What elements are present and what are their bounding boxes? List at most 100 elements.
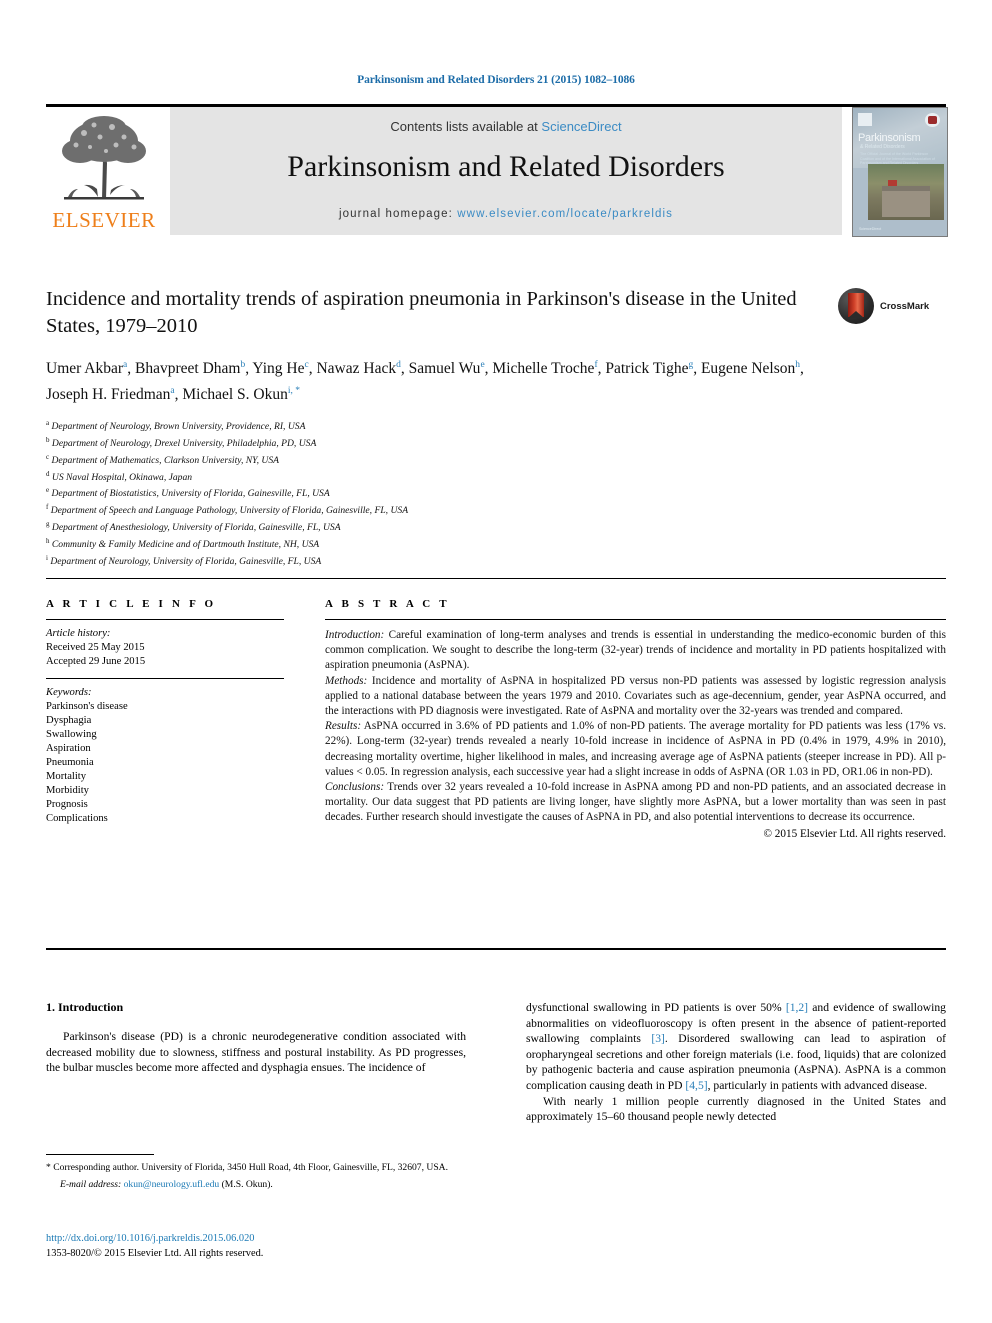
homepage-label: journal homepage:	[339, 208, 458, 220]
author-name[interactable]: Michael S. Okun	[182, 386, 287, 403]
affiliation-item: b Department of Neurology, Drexel Univer…	[46, 436, 317, 450]
author-name[interactable]: Bhavpreet Dham	[135, 360, 240, 377]
affiliation-item: i Department of Neurology, University of…	[46, 553, 322, 567]
cover-photo-barn	[868, 164, 944, 220]
running-head: Parkinsonism and Related Disorders 21 (2…	[357, 74, 635, 86]
email-address-line: E-mail address: okun@neurology.ufl.edu (…	[46, 1178, 466, 1191]
abstract-heading: A B S T R A C T	[325, 598, 450, 610]
affiliation-marker: i	[46, 553, 48, 562]
affiliation-item: e Department of Biostatistics, Universit…	[46, 486, 330, 500]
author-name[interactable]: Umer Akbar	[46, 360, 123, 377]
cover-footer-text: ScienceDirect	[859, 227, 882, 231]
cover-society-badge-icon	[925, 113, 940, 127]
citation-1-2[interactable]: [1,2]	[786, 1001, 808, 1014]
section-divider-rule	[46, 948, 946, 950]
keyword-item[interactable]: Parkinson's disease	[46, 700, 284, 714]
author-affiliation-marker: i, *	[287, 386, 301, 397]
journal-band: Contents lists available at ScienceDirec…	[170, 107, 842, 235]
author-affiliation-marker: h	[795, 360, 800, 370]
article-info-column: A R T I C L E I N F O Article history: R…	[46, 598, 284, 826]
barn-shape	[882, 186, 930, 217]
doi-link[interactable]: http://dx.doi.org/10.1016/j.parkreldis.2…	[46, 1232, 486, 1247]
abstract-section-label: Results:	[325, 720, 362, 733]
author-name[interactable]: Ying He	[252, 360, 304, 377]
keyword-item[interactable]: Dysphagia	[46, 714, 284, 728]
author-affiliation-marker: b	[240, 360, 246, 370]
intro-paragraph-right-1: dysfunctional swallowing in PD patients …	[526, 1000, 946, 1094]
keyword-item[interactable]: Aspiration	[46, 742, 284, 756]
article-history-label: Article history:	[46, 628, 111, 639]
keyword-item[interactable]: Mortality	[46, 770, 284, 784]
homepage-url-link[interactable]: www.elsevier.com/locate/parkreldis	[457, 208, 673, 220]
abstract-section-label: Methods:	[325, 674, 368, 687]
affiliation-item: a Department of Neurology, Brown Univers…	[46, 419, 306, 433]
keyword-item[interactable]: Complications	[46, 812, 284, 826]
author-affiliation-marker: a	[123, 360, 128, 370]
rp1d: , particularly in patients with advanced…	[707, 1078, 928, 1092]
affiliation-marker: b	[46, 436, 50, 445]
page-title: Incidence and mortality trends of aspira…	[46, 288, 797, 337]
affiliation-marker: d	[46, 469, 50, 478]
keyword-item[interactable]: Pneumonia	[46, 756, 284, 770]
elsevier-wordmark: ELSEVIER	[52, 208, 156, 232]
footnote-rule	[46, 1154, 154, 1155]
author-name[interactable]: Joseph H. Friedman	[46, 386, 170, 403]
abstract-body: Introduction: Careful examination of lon…	[325, 628, 946, 826]
affiliation-marker: c	[46, 452, 50, 461]
abstract-section-label: Introduction:	[325, 629, 385, 641]
abstract-rule	[325, 619, 946, 620]
sciencedirect-link[interactable]: ScienceDirect	[541, 119, 621, 134]
author-name[interactable]: Eugene Nelson	[701, 360, 795, 377]
keywords-label: Keywords:	[46, 687, 92, 698]
affiliation-item: c Department of Mathematics, Clarkson Un…	[46, 452, 279, 467]
cover-elsevier-mark	[858, 113, 872, 126]
affiliation-list: a Department of Neurology, Brown Univers…	[46, 417, 946, 568]
article-history-item: Accepted 29 June 2015	[46, 656, 146, 667]
article-info-rule	[46, 619, 284, 620]
section-heading-introduction: 1. Introduction	[46, 1000, 124, 1014]
affiliation-item: f Department of Speech and Language Path…	[46, 503, 409, 517]
article-info-heading: A R T I C L E I N F O	[46, 598, 217, 610]
author-affiliation-marker: g	[688, 360, 694, 370]
journal-article-page: Parkinsonism and Related Disorders 21 (2…	[0, 0, 992, 1323]
email-label: E-mail address:	[60, 1179, 122, 1190]
intro-paragraph-left: Parkinson's disease (PD) is a chronic ne…	[46, 1030, 466, 1075]
author-affiliation-marker: a	[170, 386, 175, 397]
issn-copyright-line: 1353-8020/© 2015 Elsevier Ltd. All right…	[46, 1247, 264, 1259]
affiliation-marker: a	[46, 419, 50, 428]
article-history-lines: Received 25 May 2015 Accepted 29 June 201…	[46, 641, 284, 669]
elsevier-logo: ELSEVIER	[46, 107, 162, 235]
author-name[interactable]: Nawaz Hack	[316, 360, 396, 377]
author-name[interactable]: Samuel Wu	[409, 360, 481, 377]
affiliation-item: g Department of Anesthesiology, Universi…	[46, 520, 341, 534]
author-affiliation-marker: f	[594, 360, 598, 370]
journal-cover-thumbnail: Parkinsonism & Related Disorders The Off…	[852, 107, 948, 237]
email-owner: (M.S. Okun).	[219, 1179, 273, 1190]
crossmark-circle-icon	[838, 288, 874, 324]
article-history-item: Received 25 May 2015	[46, 642, 145, 653]
email-link[interactable]: okun@neurology.ufl.edu	[124, 1179, 220, 1190]
crossmark-bookmark-icon	[848, 293, 864, 318]
keywords-rule	[46, 678, 284, 679]
citation-3[interactable]: [3]	[651, 1032, 665, 1045]
author-name[interactable]: Patrick Tighe	[605, 360, 688, 377]
affiliation-marker: e	[46, 486, 50, 495]
affiliation-item: h Community & Family Medicine and of Dar…	[46, 536, 320, 550]
abstract-column: A B S T R A C T Introduction: Careful ex…	[325, 598, 946, 842]
journal-masthead: ELSEVIER Contents lists available at Sci…	[46, 107, 948, 237]
author-affiliation-marker: c	[304, 360, 309, 370]
author-name[interactable]: Michelle Troche	[492, 360, 594, 377]
cover-subtitle: & Related Disorders	[860, 144, 905, 150]
keyword-item[interactable]: Morbidity	[46, 784, 284, 798]
keyword-item[interactable]: Swallowing	[46, 728, 284, 742]
elsevier-tree-icon	[50, 111, 158, 207]
keyword-item[interactable]: Prognosis	[46, 798, 284, 812]
contents-list-line: Contents lists available at ScienceDirec…	[170, 119, 842, 134]
crossmark-badge[interactable]: CrossMark	[838, 288, 946, 324]
author-affiliation-marker: e	[480, 360, 485, 370]
affiliation-marker: h	[46, 536, 50, 545]
doi-footer: http://dx.doi.org/10.1016/j.parkreldis.2…	[46, 1232, 486, 1261]
citation-4-5[interactable]: [4,5]	[685, 1079, 707, 1092]
abstract-section: Methods: Incidence and mortality of AsPN…	[325, 674, 946, 718]
affiliation-item: d US Naval Hospital, Okinawa, Japan	[46, 469, 193, 483]
